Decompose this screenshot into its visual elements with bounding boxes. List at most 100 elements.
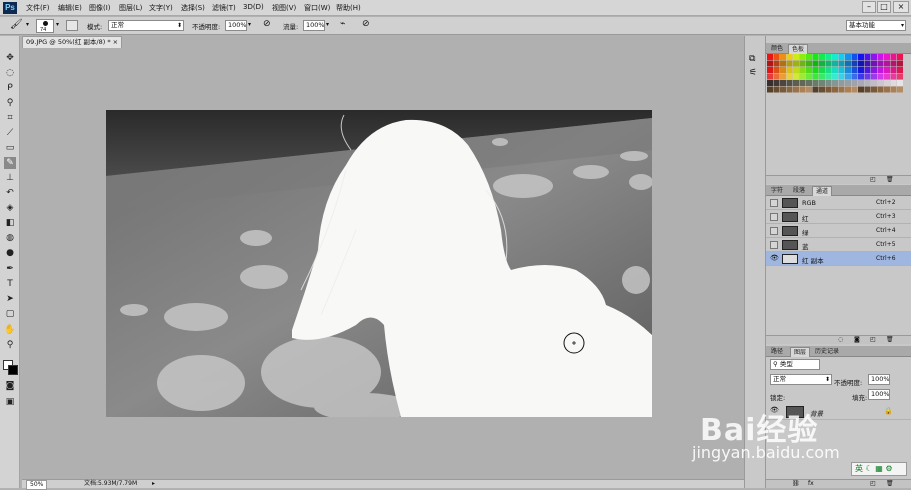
channel-row[interactable]: 红 Ctrl+3 xyxy=(766,210,911,224)
menu-view[interactable]: 视图(V) xyxy=(272,3,296,13)
color-swatch[interactable] xyxy=(786,54,793,60)
color-swatch[interactable] xyxy=(806,54,812,60)
color-swatch[interactable] xyxy=(845,86,851,93)
trash-icon[interactable]: 🗑 xyxy=(886,176,894,183)
color-swatch[interactable] xyxy=(793,73,799,80)
type-tool-icon[interactable]: T xyxy=(4,278,16,290)
brush-tool-icon[interactable]: ✎ xyxy=(4,157,16,169)
layer-blend-select[interactable]: 正常 ⬍ xyxy=(770,374,832,385)
channel-row[interactable]: 绿 Ctrl+4 xyxy=(766,224,911,238)
color-swatch[interactable] xyxy=(793,86,799,93)
properties-panel-icon[interactable]: ⚟ xyxy=(749,68,757,78)
color-swatch[interactable] xyxy=(845,54,851,60)
color-swatch[interactable] xyxy=(838,73,845,80)
eyedropper-tool-icon[interactable]: ⟋ xyxy=(4,127,16,139)
color-swatch[interactable] xyxy=(838,67,845,73)
color-swatch[interactable] xyxy=(812,54,819,60)
blend-mode-select[interactable]: 正常 ⬍ xyxy=(108,20,184,31)
background-color-swatch[interactable] xyxy=(8,365,18,375)
color-swatch[interactable] xyxy=(884,67,890,73)
color-swatch[interactable] xyxy=(845,67,851,73)
color-swatch[interactable] xyxy=(832,60,838,67)
color-swatch[interactable] xyxy=(806,60,812,67)
color-swatch[interactable] xyxy=(858,54,864,60)
color-swatch[interactable] xyxy=(877,73,884,80)
tab-paths[interactable]: 路径 xyxy=(768,347,786,357)
quick-mask-icon[interactable]: ◙ xyxy=(4,380,16,392)
color-swatch[interactable] xyxy=(877,54,884,60)
brush-picker-arrow-icon[interactable]: ▾ xyxy=(56,21,59,28)
color-swatch[interactable] xyxy=(793,54,799,60)
save-selection-icon[interactable]: ◙ xyxy=(854,336,860,343)
crop-tool-icon[interactable]: ⌗ xyxy=(4,112,16,124)
color-swatch[interactable] xyxy=(871,80,877,86)
color-swatch[interactable] xyxy=(838,80,845,86)
menu-file[interactable]: 文件(F) xyxy=(26,3,50,13)
photo-canvas[interactable] xyxy=(106,110,652,417)
color-swatch[interactable] xyxy=(871,60,877,67)
history-panel-icon[interactable]: ⧉ xyxy=(749,54,755,64)
channel-row[interactable]: 👁 红 副本 Ctrl+6 xyxy=(766,252,911,266)
stamp-tool-icon[interactable]: ⊥ xyxy=(4,172,16,184)
ime-indicator[interactable]: 英 ☾ ▦ ⚙ xyxy=(851,462,907,476)
color-swatch[interactable] xyxy=(851,80,858,86)
color-swatch[interactable] xyxy=(780,54,786,60)
color-swatch[interactable] xyxy=(767,80,773,86)
zoom-level[interactable]: 50% xyxy=(26,480,48,490)
color-swatch[interactable] xyxy=(793,67,799,73)
dodge-tool-icon[interactable]: ● xyxy=(4,247,16,259)
color-swatch[interactable] xyxy=(812,73,819,80)
pressure-opacity-icon[interactable]: ⊘ xyxy=(263,19,271,29)
color-swatch[interactable] xyxy=(864,67,871,73)
trash-icon[interactable]: 🗑 xyxy=(886,480,894,487)
new-swatch-icon[interactable]: ◰ xyxy=(870,176,876,183)
color-swatch[interactable] xyxy=(884,86,890,93)
color-swatch[interactable] xyxy=(845,80,851,86)
shape-tool-icon[interactable]: ▢ xyxy=(4,308,16,320)
color-swatch[interactable] xyxy=(832,54,838,60)
color-swatch[interactable] xyxy=(799,80,806,86)
color-swatch[interactable] xyxy=(890,54,897,60)
brush-panel-toggle-icon[interactable] xyxy=(66,20,78,31)
color-swatch[interactable] xyxy=(858,67,864,73)
color-swatch[interactable] xyxy=(864,60,871,67)
eraser-tool-icon[interactable]: ◈ xyxy=(4,202,16,214)
color-swatch[interactable] xyxy=(767,73,773,80)
link-icon[interactable]: ⛓ xyxy=(792,480,800,487)
fx-icon[interactable]: fx xyxy=(808,480,814,487)
menu-type[interactable]: 文字(Y) xyxy=(149,3,173,13)
color-swatch[interactable] xyxy=(793,60,799,67)
airbrush-icon[interactable]: ⌁ xyxy=(340,19,345,29)
pressure-size-icon[interactable]: ⊘ xyxy=(362,19,370,29)
color-swatch[interactable] xyxy=(897,80,903,86)
color-swatch[interactable] xyxy=(799,86,806,93)
menu-select[interactable]: 选择(S) xyxy=(181,3,205,13)
screen-mode-icon[interactable]: ▣ xyxy=(4,396,16,408)
color-swatch[interactable] xyxy=(819,73,825,80)
gradient-tool-icon[interactable]: ◧ xyxy=(4,217,16,229)
opacity-slider-arrow-icon[interactable]: ▾ xyxy=(248,21,251,28)
close-window-icon[interactable]: × xyxy=(893,1,909,13)
color-swatch[interactable] xyxy=(884,73,890,80)
channel-row[interactable]: RGB Ctrl+2 xyxy=(766,196,911,210)
color-swatch[interactable] xyxy=(890,73,897,80)
color-swatch[interactable] xyxy=(786,73,793,80)
path-select-tool-icon[interactable]: ➤ xyxy=(4,293,16,305)
tab-swatches[interactable]: 色板 xyxy=(788,44,809,54)
color-swatch[interactable] xyxy=(871,54,877,60)
menu-filter[interactable]: 滤镜(T) xyxy=(212,3,236,13)
move-tool-icon[interactable]: ✥ xyxy=(4,52,16,64)
zoom-tool-icon[interactable]: ⚲ xyxy=(4,339,16,351)
color-swatch[interactable] xyxy=(773,67,780,73)
new-channel-icon[interactable]: ◰ xyxy=(870,336,876,343)
color-swatch[interactable] xyxy=(851,86,858,93)
layer-filter-select[interactable]: ⚲ 类型 xyxy=(770,359,820,370)
color-swatch[interactable] xyxy=(773,54,780,60)
document-tab[interactable]: 09.JPG @ 50%(红 副本/8) * × xyxy=(22,36,122,48)
history-brush-tool-icon[interactable]: ↶ xyxy=(4,187,16,199)
color-swatch[interactable] xyxy=(819,86,825,93)
pen-tool-icon[interactable]: ✒ xyxy=(4,263,16,275)
color-swatch[interactable] xyxy=(871,67,877,73)
color-swatch[interactable] xyxy=(864,86,871,93)
color-swatch[interactable] xyxy=(884,60,890,67)
